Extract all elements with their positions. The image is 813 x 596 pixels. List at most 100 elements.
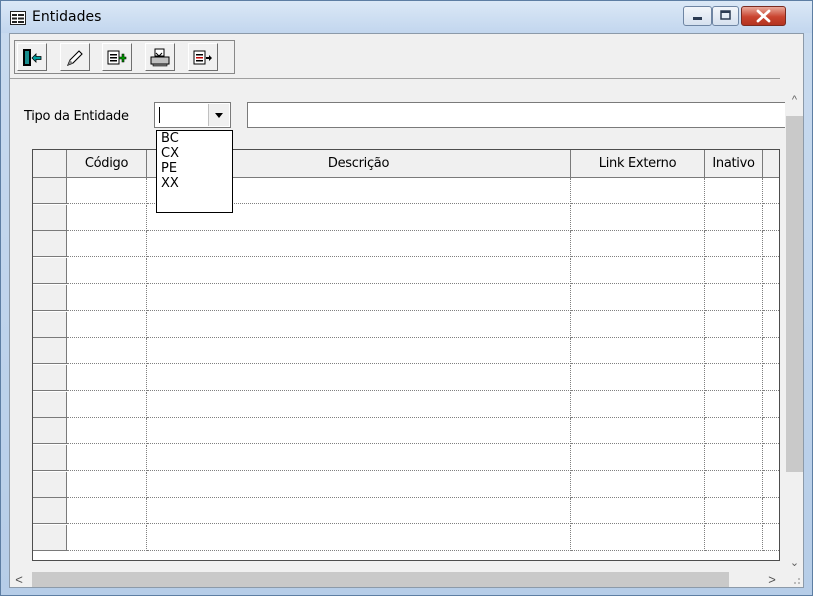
row-header[interactable] [33,471,67,498]
grid-cell[interactable] [705,391,763,418]
grid-cell[interactable] [67,178,147,204]
grid-cell[interactable] [763,205,779,231]
export-button[interactable] [188,43,218,71]
scroll-up-icon[interactable]: ^ [785,94,803,114]
grid-cell[interactable] [705,284,763,311]
grid-cell[interactable] [67,471,147,498]
row-header[interactable] [33,338,67,365]
grid-cell[interactable] [571,204,705,231]
grid-cell[interactable] [147,471,571,498]
row-header[interactable] [33,391,67,418]
grid-cell[interactable] [147,364,571,391]
grid-cell[interactable] [705,258,763,285]
grid-cell[interactable] [147,338,571,365]
grid-cell[interactable] [147,258,571,285]
grid-cell[interactable] [571,258,705,285]
grid-cell[interactable] [571,498,705,525]
grid-cell[interactable] [571,471,705,498]
row-header[interactable] [33,231,67,258]
grid-cell[interactable] [763,445,779,471]
row-header[interactable] [33,284,67,311]
row-header[interactable] [33,418,67,445]
scroll-left-icon[interactable]: < [10,572,28,587]
grid-cell[interactable] [147,525,571,552]
grid-cell[interactable] [705,471,763,498]
grid-cell[interactable] [763,472,779,498]
resize-grip-icon[interactable] [788,574,802,586]
grid-cell[interactable] [571,338,705,365]
entities-grid[interactable]: Código Descrição Link Externo Inativo [32,149,780,561]
grid-cell[interactable] [67,311,147,338]
row-header[interactable] [33,178,67,204]
grid-cell[interactable] [763,498,779,525]
grid-cell[interactable] [763,231,779,258]
grid-cell[interactable] [571,231,705,258]
grid-cell[interactable] [571,311,705,338]
grid-cell[interactable] [571,418,705,445]
row-header[interactable] [33,204,67,231]
grid-cell[interactable] [705,338,763,365]
vertical-scrollbar[interactable]: ^ ⌄ [785,92,803,578]
grid-cell[interactable] [67,338,147,365]
edit-button[interactable] [60,43,90,71]
grid-cell[interactable] [67,391,147,418]
grid-cell[interactable] [763,285,779,311]
grid-cell[interactable] [571,391,705,418]
grid-cell[interactable] [705,311,763,338]
scroll-right-icon[interactable]: > [763,572,781,587]
grid-cell[interactable] [705,445,763,471]
grid-cell[interactable] [67,498,147,525]
grid-cell[interactable] [147,391,571,418]
grid-cell[interactable] [705,498,763,525]
row-header[interactable] [33,498,67,525]
grid-cell[interactable] [147,498,571,525]
row-header[interactable] [33,445,67,471]
grid-cell[interactable] [763,338,779,365]
print-button[interactable] [145,43,175,71]
grid-cell[interactable] [705,364,763,391]
grid-cell[interactable] [67,284,147,311]
grid-cell[interactable] [147,418,571,445]
add-record-button[interactable] [102,43,132,71]
grid-cell[interactable] [67,418,147,445]
grid-cell[interactable] [763,258,779,285]
grid-cell[interactable] [763,392,779,418]
grid-cell[interactable] [705,418,763,445]
combo-dropdown-arrow-icon[interactable] [208,104,229,126]
horizontal-scroll-thumb[interactable] [32,572,729,587]
scroll-down-icon[interactable]: ⌄ [785,556,803,576]
grid-cell[interactable] [67,204,147,231]
close-button[interactable] [741,6,786,26]
grid-cell[interactable] [67,364,147,391]
entidade-description-field[interactable] [247,102,787,128]
column-header-extra[interactable] [763,150,779,178]
exit-button[interactable] [17,43,47,71]
grid-cell[interactable] [571,364,705,391]
grid-cell[interactable] [147,445,571,471]
grid-cell[interactable] [763,365,779,391]
grid-cell[interactable] [763,178,779,204]
minimize-button[interactable] [683,6,712,26]
maximize-button[interactable] [712,6,739,26]
grid-cell[interactable] [705,525,763,552]
row-header[interactable] [33,525,67,552]
grid-cell[interactable] [67,445,147,471]
grid-cell[interactable] [705,178,763,204]
grid-cell[interactable] [705,231,763,258]
row-header[interactable] [33,258,67,285]
grid-cell[interactable] [571,178,705,204]
row-header[interactable] [33,364,67,391]
tipo-entidade-combo[interactable] [154,102,231,128]
grid-cell[interactable] [147,284,571,311]
column-header-link-externo[interactable]: Link Externo [571,150,705,178]
grid-cell[interactable] [763,418,779,445]
grid-cell[interactable] [763,312,779,338]
title-bar[interactable]: Entidades [1,1,812,33]
option-xx[interactable]: XX [157,176,232,191]
grid-cell[interactable] [763,525,779,552]
row-header[interactable] [33,311,67,338]
vertical-scroll-thumb[interactable] [786,116,803,472]
grid-cell[interactable] [67,525,147,552]
option-pe[interactable]: PE [157,161,232,176]
grid-cell[interactable] [571,445,705,471]
